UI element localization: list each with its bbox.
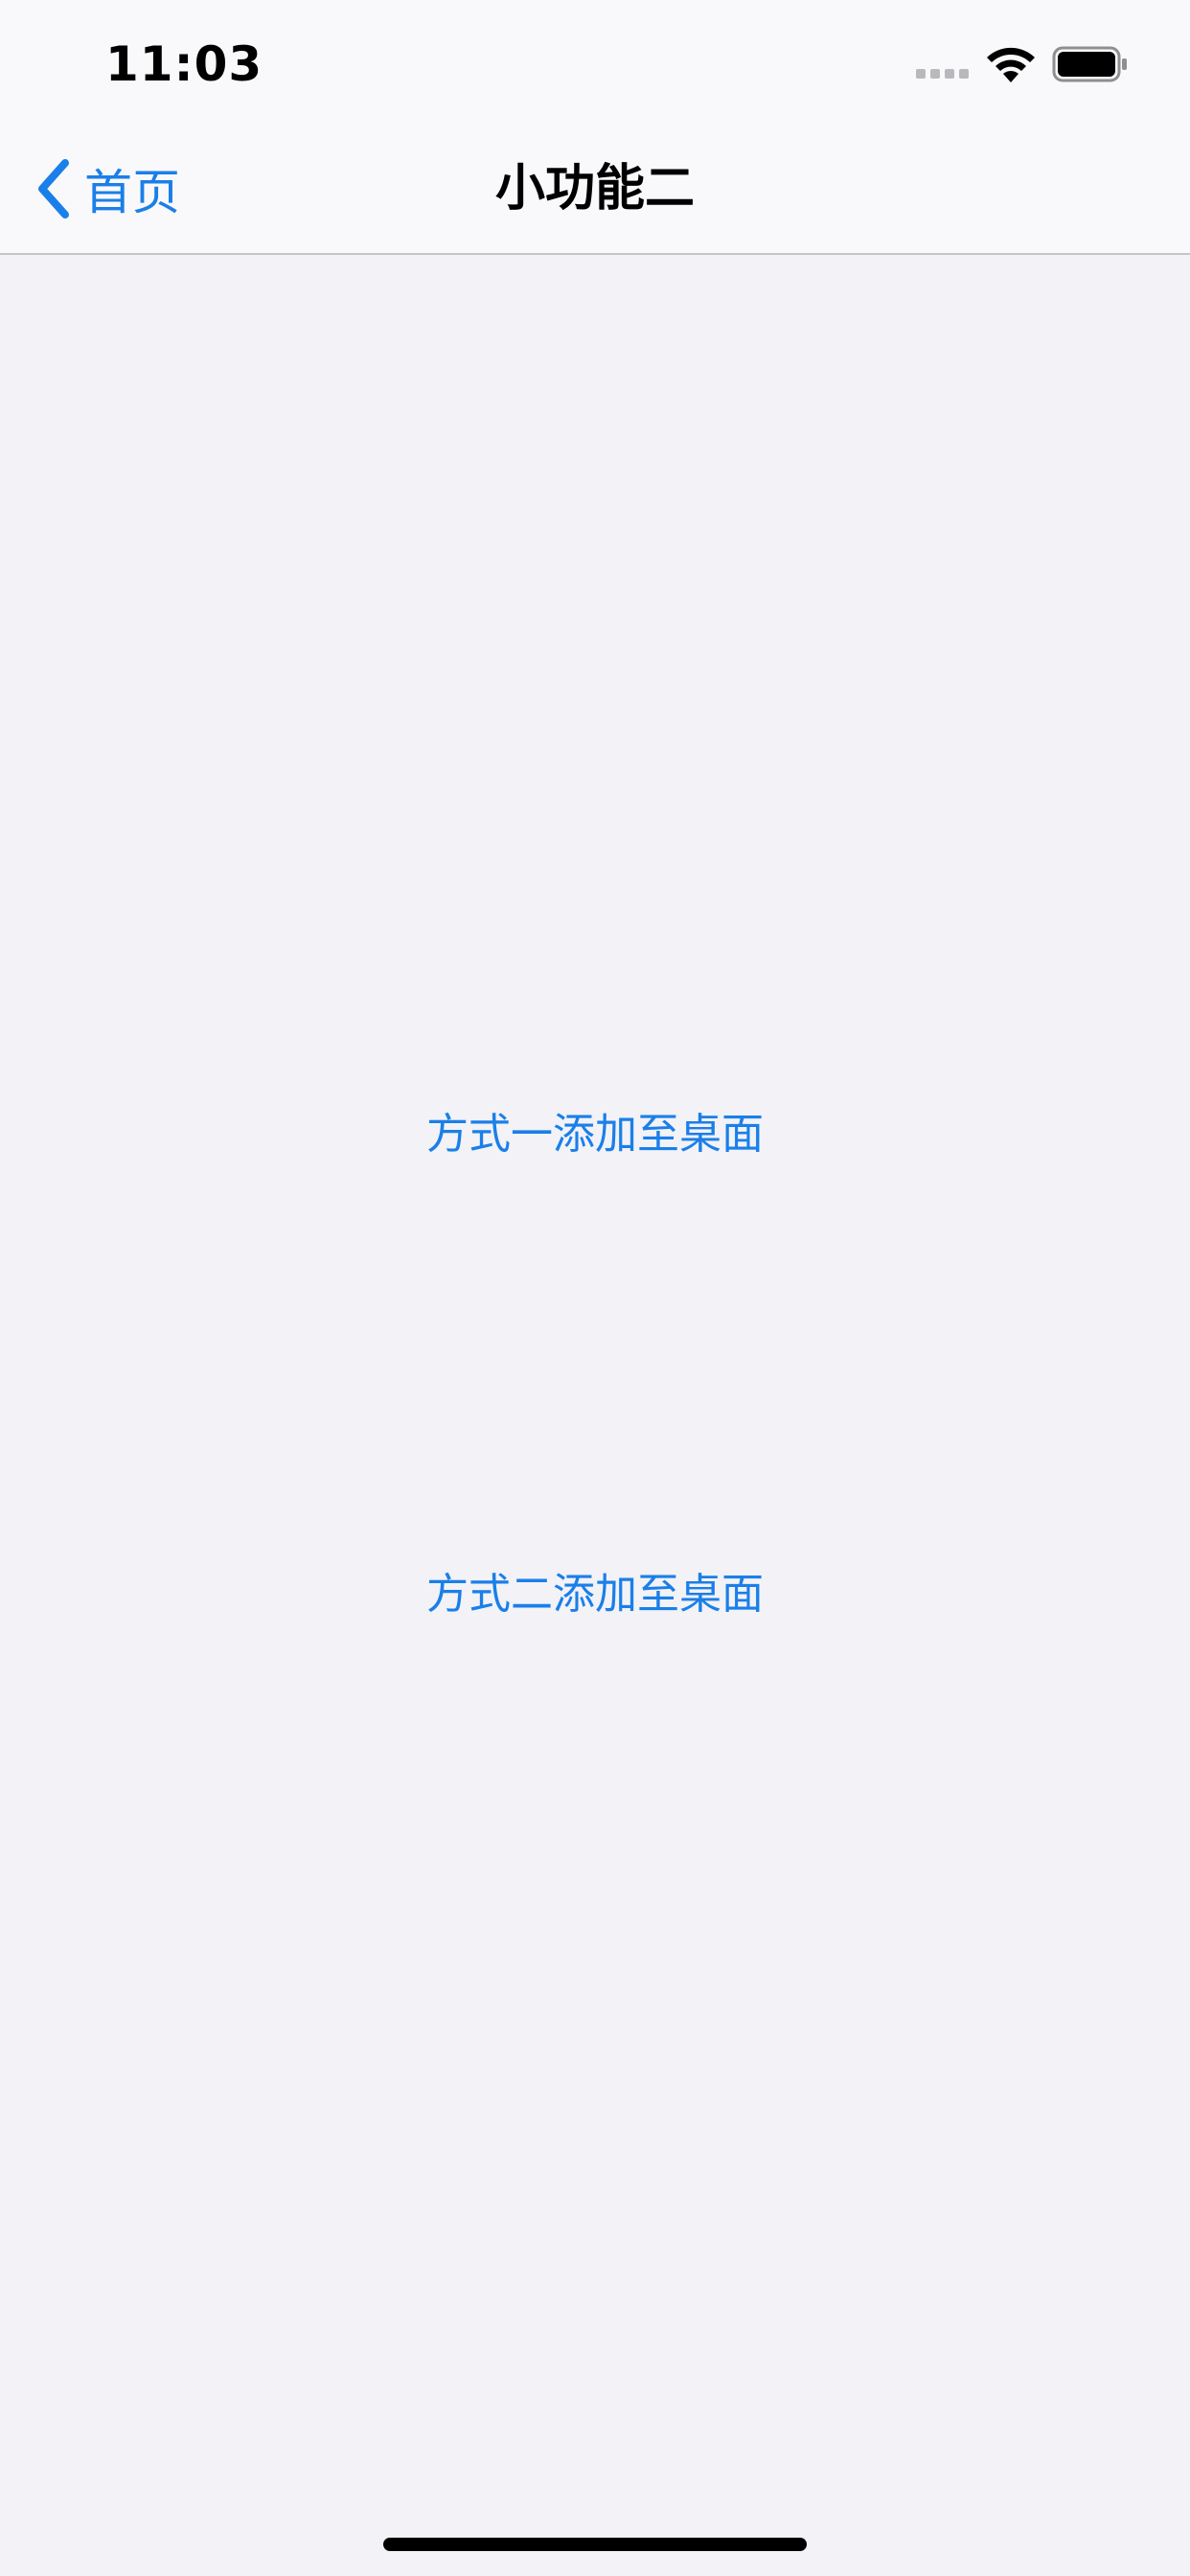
add-to-home-method-one-button[interactable]: 方式一添加至桌面 (0, 1106, 1190, 1163)
home-indicator[interactable] (383, 2538, 807, 2551)
battery-icon (1052, 46, 1127, 82)
add-to-home-method-two-button[interactable]: 方式二添加至桌面 (0, 1566, 1190, 1623)
cellular-signal-icon (916, 69, 970, 80)
status-bar: 11:03 (0, 0, 1190, 126)
navigation-bar: 首页 小功能二 (0, 126, 1190, 255)
wifi-icon (987, 47, 1035, 82)
page-title: 小功能二 (494, 160, 695, 218)
status-time: 11:03 (105, 36, 263, 92)
